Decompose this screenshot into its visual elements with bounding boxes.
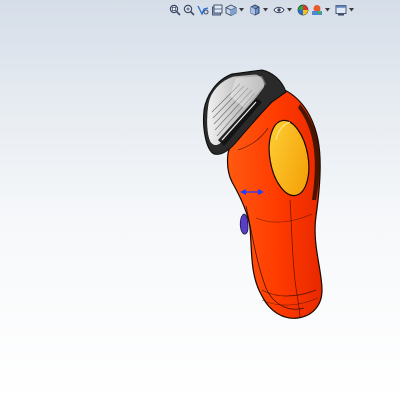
graphics-area[interactable]	[0, 0, 400, 400]
side-button[interactable]	[239, 213, 249, 235]
graphics-viewport[interactable]	[0, 0, 400, 400]
shaver-model[interactable]	[0, 0, 400, 400]
